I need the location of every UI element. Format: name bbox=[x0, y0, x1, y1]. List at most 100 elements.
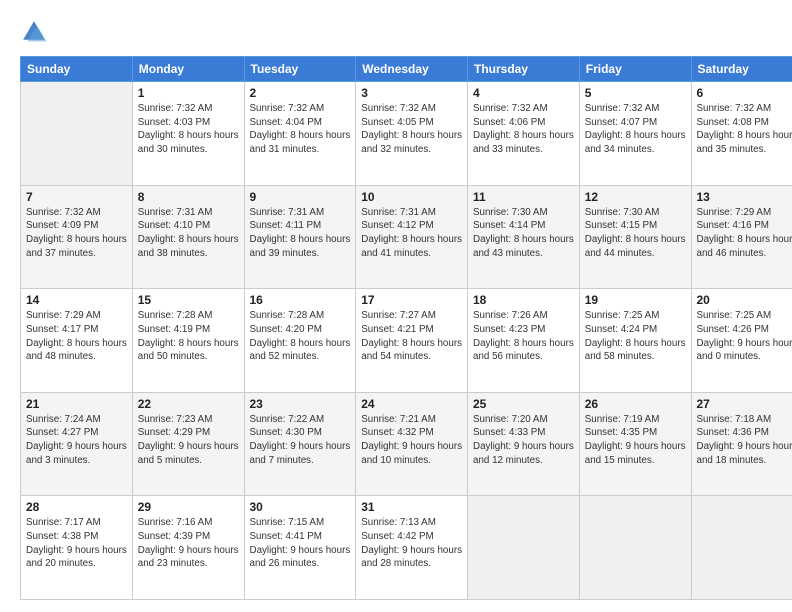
week-row-0: 1Sunrise: 7:32 AMSunset: 4:03 PMDaylight… bbox=[21, 82, 792, 186]
cell-date-number: 24 bbox=[361, 397, 462, 411]
cell-daylight-label: Daylight: 9 hours hours bbox=[138, 440, 239, 454]
cell-sunrise: Sunrise: 7:32 AM bbox=[138, 102, 239, 116]
cell-info: Sunrise: 7:25 AMSunset: 4:24 PMDaylight:… bbox=[585, 309, 686, 364]
calendar-cell: 21Sunrise: 7:24 AMSunset: 4:27 PMDayligh… bbox=[21, 392, 133, 496]
cell-daylight-value: and 30 minutes. bbox=[138, 143, 239, 157]
cell-daylight-label: Daylight: 9 hours hours bbox=[473, 440, 574, 454]
cell-date-number: 27 bbox=[697, 397, 792, 411]
calendar-cell: 15Sunrise: 7:28 AMSunset: 4:19 PMDayligh… bbox=[132, 289, 244, 393]
cell-info: Sunrise: 7:23 AMSunset: 4:29 PMDaylight:… bbox=[138, 413, 239, 468]
cell-sunset: Sunset: 4:41 PM bbox=[250, 530, 351, 544]
cell-sunrise: Sunrise: 7:26 AM bbox=[473, 309, 574, 323]
cell-daylight-value: and 23 minutes. bbox=[138, 557, 239, 571]
calendar-cell: 8Sunrise: 7:31 AMSunset: 4:10 PMDaylight… bbox=[132, 185, 244, 289]
cell-info: Sunrise: 7:31 AMSunset: 4:11 PMDaylight:… bbox=[250, 206, 351, 261]
cell-sunrise: Sunrise: 7:32 AM bbox=[473, 102, 574, 116]
calendar-cell: 13Sunrise: 7:29 AMSunset: 4:16 PMDayligh… bbox=[691, 185, 792, 289]
cell-daylight-label: Daylight: 9 hours hours bbox=[250, 440, 351, 454]
cell-daylight-value: and 33 minutes. bbox=[473, 143, 574, 157]
cell-sunset: Sunset: 4:42 PM bbox=[361, 530, 462, 544]
cell-date-number: 31 bbox=[361, 500, 462, 514]
week-row-4: 28Sunrise: 7:17 AMSunset: 4:38 PMDayligh… bbox=[21, 496, 792, 600]
cell-date-number: 18 bbox=[473, 293, 574, 307]
cell-date-number: 25 bbox=[473, 397, 574, 411]
cell-sunset: Sunset: 4:30 PM bbox=[250, 426, 351, 440]
calendar-cell: 5 Sunrise: 7:32 AMSunset: 4:07 PMDaylight… bbox=[579, 82, 691, 186]
cell-daylight-label: Daylight: 9 hours hours bbox=[361, 544, 462, 558]
header-day-friday: Friday bbox=[579, 57, 691, 82]
calendar-cell: 18 Sunrise: 7:26 AMSunset: 4:23 PMDayligh… bbox=[468, 289, 580, 393]
calendar-table: SundayMondayTuesdayWednesdayThursdayFrid… bbox=[20, 56, 792, 600]
calendar-cell: 17Sunrise: 7:27 AMSunset: 4:21 PMDayligh… bbox=[356, 289, 468, 393]
cell-date-number: 29 bbox=[138, 500, 239, 514]
cell-info: Sunrise: 7:32 AMSunset: 4:07 PMDaylight:… bbox=[585, 102, 686, 157]
cell-daylight-value: and 35 minutes. bbox=[697, 143, 792, 157]
cell-daylight-value: and 37 minutes. bbox=[26, 247, 127, 261]
cell-info: Sunrise: 7:32 AMSunset: 4:09 PMDaylight:… bbox=[26, 206, 127, 261]
cell-daylight-label: Daylight: 8 hours hours bbox=[138, 129, 239, 143]
cell-sunset: Sunset: 4:39 PM bbox=[138, 530, 239, 544]
calendar-cell bbox=[691, 496, 792, 600]
calendar-cell: 11Sunrise: 7:30 AMSunset: 4:14 PMDayligh… bbox=[468, 185, 580, 289]
cell-daylight-label: Daylight: 9 hours hours bbox=[697, 440, 792, 454]
cell-info: Sunrise: 7:21 AMSunset: 4:32 PMDaylight:… bbox=[361, 413, 462, 468]
cell-daylight-value: and 54 minutes. bbox=[361, 350, 462, 364]
header-day-tuesday: Tuesday bbox=[244, 57, 356, 82]
cell-date-number: 17 bbox=[361, 293, 462, 307]
header bbox=[20, 18, 772, 46]
cell-sunset: Sunset: 4:33 PM bbox=[473, 426, 574, 440]
cell-daylight-value: and 58 minutes. bbox=[585, 350, 686, 364]
calendar-cell: 27 Sunrise: 7:18 AMSunset: 4:36 PMDayligh… bbox=[691, 392, 792, 496]
cell-sunrise: Sunrise: 7:13 AM bbox=[361, 516, 462, 530]
page: SundayMondayTuesdayWednesdayThursdayFrid… bbox=[0, 0, 792, 612]
cell-sunrise: Sunrise: 7:28 AM bbox=[250, 309, 351, 323]
cell-date-number: 1 bbox=[138, 86, 239, 100]
cell-daylight-label: Daylight: 8 hours hours bbox=[250, 129, 351, 143]
cell-date-number: 22 bbox=[138, 397, 239, 411]
cell-daylight-label: Daylight: 8 hours hours bbox=[473, 129, 574, 143]
calendar-cell: 14Sunrise: 7:29 AMSunset: 4:17 PMDayligh… bbox=[21, 289, 133, 393]
logo-icon bbox=[20, 18, 48, 46]
cell-sunset: Sunset: 4:07 PM bbox=[585, 116, 686, 130]
calendar-cell: 10Sunrise: 7:31 AMSunset: 4:12 PMDayligh… bbox=[356, 185, 468, 289]
cell-daylight-label: Daylight: 8 hours hours bbox=[26, 337, 127, 351]
cell-daylight-label: Daylight: 8 hours hours bbox=[697, 129, 792, 143]
calendar-cell: 23Sunrise: 7:22 AMSunset: 4:30 PMDayligh… bbox=[244, 392, 356, 496]
cell-sunrise: Sunrise: 7:32 AM bbox=[585, 102, 686, 116]
cell-sunrise: Sunrise: 7:27 AM bbox=[361, 309, 462, 323]
cell-info: Sunrise: 7:32 AMSunset: 4:06 PMDaylight:… bbox=[473, 102, 574, 157]
cell-info: Sunrise: 7:29 AMSunset: 4:17 PMDaylight:… bbox=[26, 309, 127, 364]
cell-info: Sunrise: 7:17 AMSunset: 4:38 PMDaylight:… bbox=[26, 516, 127, 571]
cell-sunrise: Sunrise: 7:17 AM bbox=[26, 516, 127, 530]
calendar-cell: 9Sunrise: 7:31 AMSunset: 4:11 PMDaylight… bbox=[244, 185, 356, 289]
cell-info: Sunrise: 7:31 AMSunset: 4:10 PMDaylight:… bbox=[138, 206, 239, 261]
cell-date-number: 3 bbox=[361, 86, 462, 100]
cell-sunrise: Sunrise: 7:25 AM bbox=[585, 309, 686, 323]
cell-date-number: 5 bbox=[585, 86, 686, 100]
cell-sunset: Sunset: 4:14 PM bbox=[473, 219, 574, 233]
calendar-cell: 29 Sunrise: 7:16 AMSunset: 4:39 PMDayligh… bbox=[132, 496, 244, 600]
header-day-thursday: Thursday bbox=[468, 57, 580, 82]
calendar-body: 1Sunrise: 7:32 AMSunset: 4:03 PMDaylight… bbox=[21, 82, 792, 600]
cell-daylight-label: Daylight: 9 hours hours bbox=[697, 337, 792, 351]
cell-sunrise: Sunrise: 7:22 AM bbox=[250, 413, 351, 427]
header-day-wednesday: Wednesday bbox=[356, 57, 468, 82]
cell-info: Sunrise: 7:15 AMSunset: 4:41 PMDaylight:… bbox=[250, 516, 351, 571]
cell-sunset: Sunset: 4:06 PM bbox=[473, 116, 574, 130]
cell-sunset: Sunset: 4:32 PM bbox=[361, 426, 462, 440]
cell-sunrise: Sunrise: 7:29 AM bbox=[26, 309, 127, 323]
cell-info: Sunrise: 7:16 AMSunset: 4:39 PMDaylight:… bbox=[138, 516, 239, 571]
cell-daylight-value: and 39 minutes. bbox=[250, 247, 351, 261]
cell-sunrise: Sunrise: 7:32 AM bbox=[250, 102, 351, 116]
cell-info: Sunrise: 7:26 AMSunset: 4:23 PMDaylight:… bbox=[473, 309, 574, 364]
cell-sunrise: Sunrise: 7:30 AM bbox=[585, 206, 686, 220]
cell-info: Sunrise: 7:18 AMSunset: 4:36 PMDaylight:… bbox=[697, 413, 792, 468]
cell-date-number: 20 bbox=[697, 293, 792, 307]
cell-daylight-value: and 56 minutes. bbox=[473, 350, 574, 364]
cell-sunrise: Sunrise: 7:16 AM bbox=[138, 516, 239, 530]
cell-daylight-value: and 0 minutes. bbox=[697, 350, 792, 364]
cell-daylight-label: Daylight: 9 hours hours bbox=[138, 544, 239, 558]
calendar-cell: 20Sunrise: 7:25 AMSunset: 4:26 PMDayligh… bbox=[691, 289, 792, 393]
cell-info: Sunrise: 7:28 AMSunset: 4:19 PMDaylight:… bbox=[138, 309, 239, 364]
cell-info: Sunrise: 7:19 AMSunset: 4:35 PMDaylight:… bbox=[585, 413, 686, 468]
